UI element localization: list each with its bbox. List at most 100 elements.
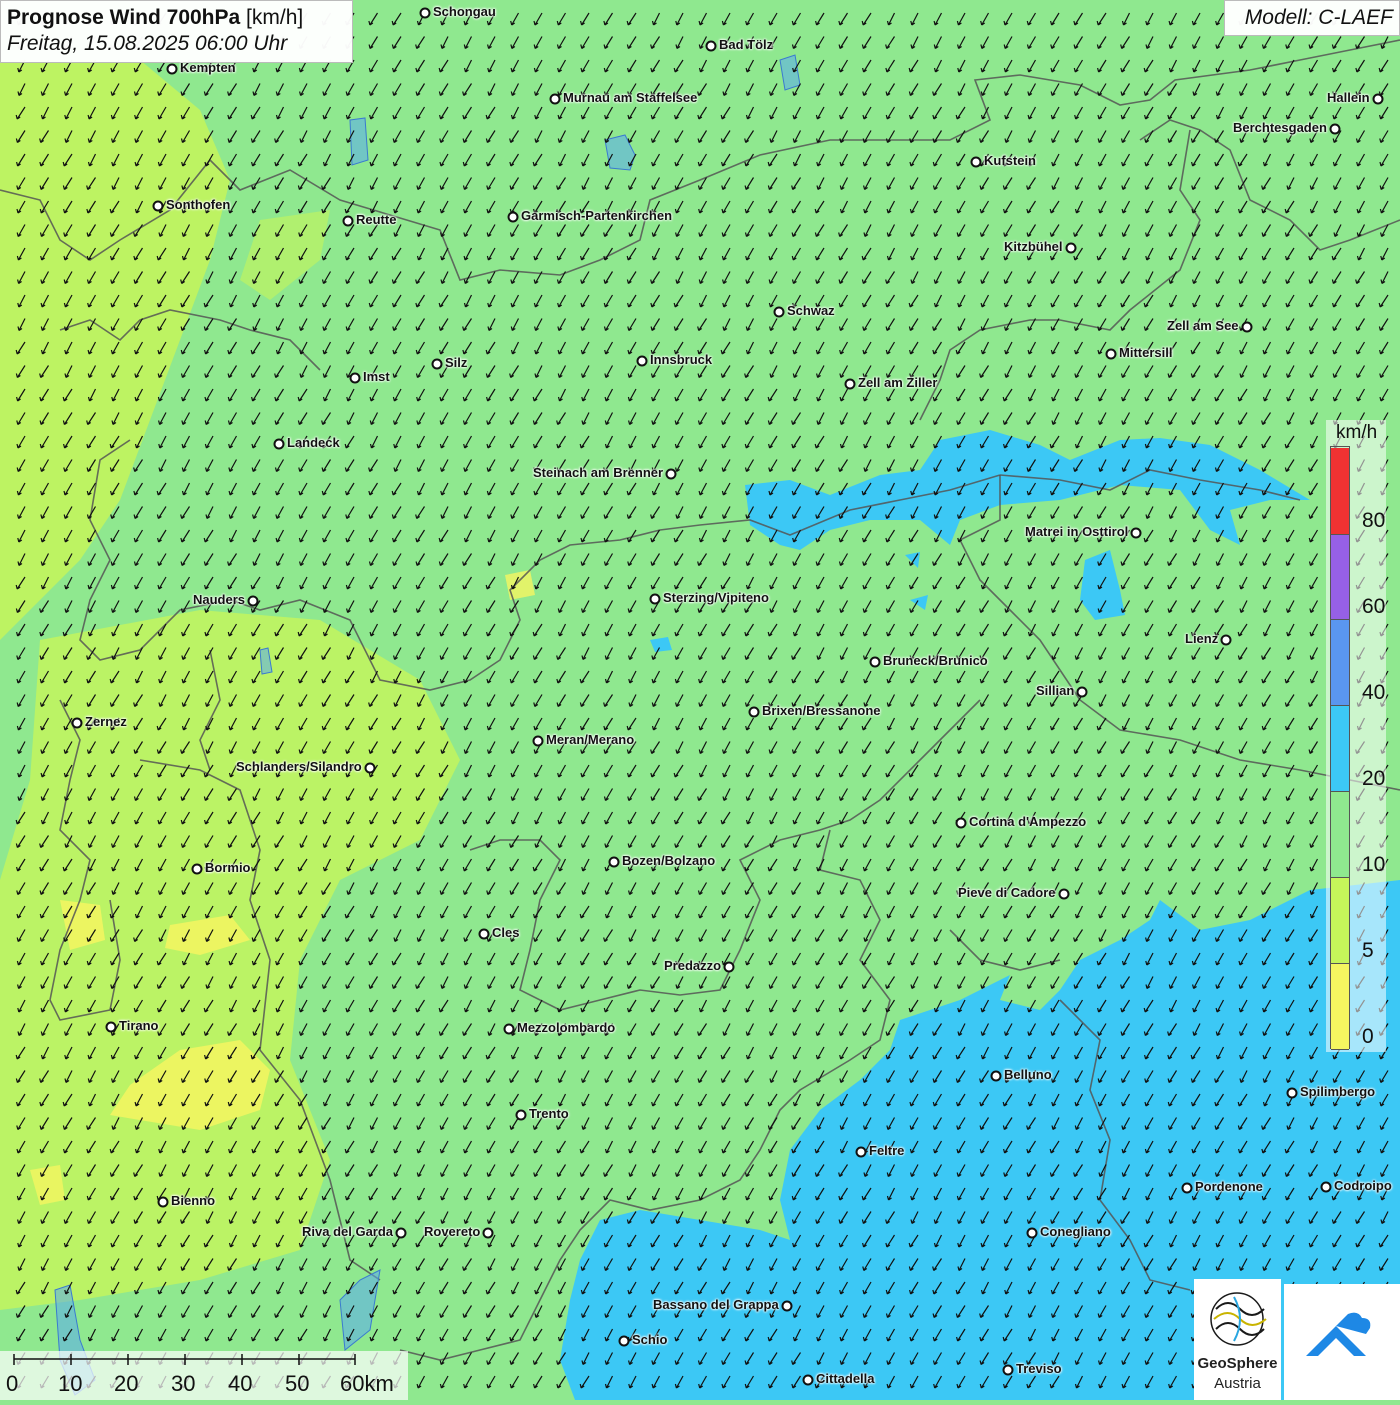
legend-segment xyxy=(1331,448,1349,535)
scale-bar-label: 20 xyxy=(114,1371,139,1396)
city-dot xyxy=(1002,1364,1014,1376)
legend-label: 10 xyxy=(1362,853,1386,876)
scale-bar-label: 50 xyxy=(285,1371,310,1396)
city-dot xyxy=(1026,1227,1038,1239)
city-dot xyxy=(1181,1182,1193,1194)
city-dot xyxy=(990,1070,1002,1082)
city-dot xyxy=(191,863,203,875)
city-label: Feltre xyxy=(869,1143,905,1158)
legend-segment xyxy=(1331,878,1349,964)
city-dot xyxy=(549,93,561,105)
scale-bar-label: 10 xyxy=(58,1371,83,1396)
city-dot xyxy=(482,1227,494,1239)
city-label: Landeck xyxy=(287,435,340,450)
city-label: Schio xyxy=(632,1332,668,1347)
city-dot xyxy=(515,1109,527,1121)
city-dot xyxy=(152,200,164,212)
legend-segment xyxy=(1331,792,1349,878)
city-dot xyxy=(431,358,443,370)
city-label: Hallein xyxy=(1327,90,1370,105)
legend-label: 40 xyxy=(1362,681,1386,704)
city-dot xyxy=(1058,888,1070,900)
legend-label: 80 xyxy=(1362,509,1386,532)
city-dot xyxy=(349,372,361,384)
city-dot xyxy=(1241,321,1253,333)
city-label: Schongau xyxy=(433,4,496,19)
city-label: Meran/Merano xyxy=(546,732,635,747)
legend-label: 20 xyxy=(1362,767,1386,790)
city-dot xyxy=(705,40,717,52)
title-text: Prognose Wind 700hPa xyxy=(7,6,241,29)
map-title: Prognose Wind 700hPa [km/h] xyxy=(7,5,346,31)
mountain-cloud-icon xyxy=(1306,1312,1371,1356)
city-dot xyxy=(748,706,760,718)
city-label: Matrei in Osttirol xyxy=(1025,524,1129,539)
city-dot xyxy=(71,717,83,729)
geosphere-logo: GeoSphere Austria xyxy=(1194,1279,1281,1400)
legend-segment xyxy=(1331,534,1349,620)
city-label: Reutte xyxy=(356,212,397,227)
city-label: Zernez xyxy=(85,714,127,729)
scale-bar: 0 10 20 30 40 50 60km xyxy=(0,1351,408,1400)
city-label: Zell am Ziller xyxy=(858,375,938,390)
city-label: Berchtesgaden xyxy=(1233,120,1327,135)
city-label: Tirano xyxy=(119,1018,159,1033)
city-dot xyxy=(970,156,982,168)
city-dot xyxy=(1329,123,1341,135)
city-label: Bozen/Bolzano xyxy=(622,853,716,868)
city-dot xyxy=(723,961,735,973)
city-label: Codroipo xyxy=(1334,1178,1392,1193)
city-label: Pordenone xyxy=(1195,1179,1263,1194)
city-dot xyxy=(802,1374,814,1386)
city-dot xyxy=(773,306,785,318)
logo-name: GeoSphere xyxy=(1197,1355,1278,1372)
scale-bar-line xyxy=(13,1354,356,1365)
scale-bar-label: 0 xyxy=(6,1371,19,1396)
city-label: Kempten xyxy=(180,60,236,75)
city-label: Bad Tölz xyxy=(719,37,774,52)
city-label: Imst xyxy=(363,369,390,384)
city-dot xyxy=(1320,1181,1332,1193)
city-label: Schlanders/Silandro xyxy=(236,759,362,774)
city-label: Trento xyxy=(529,1106,569,1121)
forecast-datetime: Freitag, 15.08.2025 06:00 Uhr xyxy=(7,32,288,55)
city-label: Bruneck/Brunico xyxy=(883,653,988,668)
city-dot xyxy=(1220,634,1232,646)
city-label: Kitzbühel xyxy=(1004,239,1063,254)
city-dot xyxy=(855,1146,867,1158)
city-label: Pieve di Cadore xyxy=(958,885,1056,900)
city-label: Spilimbergo xyxy=(1300,1084,1376,1099)
color-legend: km/h 0 5 10 20 40 60 80 xyxy=(1326,420,1386,1052)
city-label: Bormio xyxy=(205,860,251,875)
city-label: Nauders xyxy=(193,592,246,607)
city-dot xyxy=(781,1300,793,1312)
city-dot xyxy=(1076,686,1088,698)
legend-label: 5 xyxy=(1362,939,1374,962)
city-dot xyxy=(665,468,677,480)
city-dot xyxy=(869,656,881,668)
geosphere-emblem-icon xyxy=(1210,1292,1267,1346)
city-label: Sonthofen xyxy=(166,197,231,212)
legend-segment xyxy=(1331,706,1349,792)
city-dot xyxy=(532,735,544,747)
model-label: Modell: C-LAEF xyxy=(1224,0,1400,36)
city-dot xyxy=(1286,1087,1298,1099)
city-dot xyxy=(273,438,285,450)
city-label: Zell am See xyxy=(1167,318,1239,333)
city-dot xyxy=(419,7,431,19)
city-dot xyxy=(1065,242,1077,254)
city-label: Predazzo xyxy=(664,958,722,973)
city-label: Kufstein xyxy=(984,153,1036,168)
city-dot xyxy=(1130,527,1142,539)
city-label: Brixen/Bressanone xyxy=(762,703,881,718)
city-dot xyxy=(503,1023,515,1035)
city-label: Lienz xyxy=(1185,631,1219,646)
city-dot xyxy=(618,1335,630,1347)
app-logo xyxy=(1284,1284,1400,1400)
city-label: Mezzolombardo xyxy=(517,1020,616,1035)
city-label: Conegliano xyxy=(1040,1224,1111,1239)
legend-label: 60 xyxy=(1362,595,1386,618)
city-dot xyxy=(342,215,354,227)
city-dot xyxy=(105,1021,117,1033)
city-label: Sillian xyxy=(1036,683,1075,698)
